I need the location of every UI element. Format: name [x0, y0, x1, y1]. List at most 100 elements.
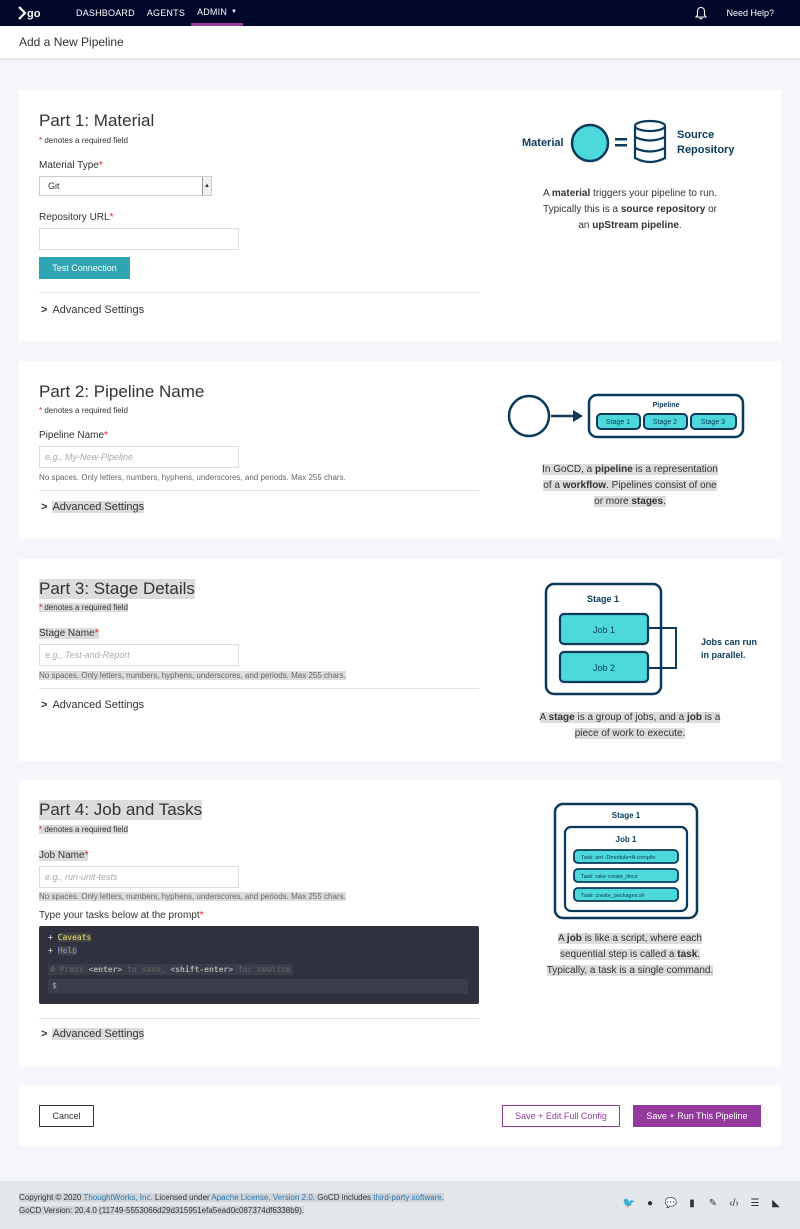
save-run-pipeline-button[interactable]: Save + Run This Pipeline [633, 1105, 761, 1127]
footer: Copyright © 2020 ThoughtWorks, Inc. Lice… [0, 1181, 800, 1229]
svg-text:Stage 2: Stage 2 [653, 419, 677, 426]
nav-admin-label: ADMIN [197, 6, 228, 17]
svg-text:Pipeline: Pipeline [653, 402, 680, 409]
svg-text:Task: ant -Dmodule=A compile: Task: ant -Dmodule=A compile [581, 855, 655, 861]
part1-title: Part 1: Material [39, 111, 155, 130]
part1-panel: Part 1: Material * denotes a required fi… [19, 90, 781, 341]
material-type-select[interactable]: Git ▲ [39, 176, 212, 196]
pipeline-name-input[interactable]: e.g., My-New-Pipeline [39, 446, 239, 468]
pipeline-name-hint: No spaces. Only letters, numbers, hyphen… [39, 473, 346, 482]
divider [39, 1018, 479, 1019]
svg-text:go: go [27, 8, 41, 20]
terminal-prompt[interactable]: $ [48, 979, 468, 994]
svg-text:Repository: Repository [677, 144, 735, 156]
license-link[interactable]: Apache License, Version 2.0 [211, 1193, 312, 1202]
nav-admin[interactable]: ADMIN ▼ [191, 0, 244, 26]
required-note: * denotes a required field [39, 406, 128, 415]
required-note: * denotes a required field [39, 603, 128, 612]
stage-name-hint: No spaces. Only letters, numbers, hyphen… [39, 671, 346, 680]
stage-description: A stage is a group of jobs, and a job is… [539, 712, 721, 739]
chevron-right-icon: > [41, 1028, 48, 1040]
rss-icon[interactable]: ◣ [770, 1197, 782, 1209]
server-icon[interactable]: ☰ [749, 1197, 761, 1209]
copyright-text: Copyright © 2020 ThoughtWorks, Inc. Lice… [19, 1193, 444, 1202]
required-note: * denotes a required field [39, 825, 128, 834]
top-nav: go DASHBOARD AGENTS ADMIN ▼ Need Help? [0, 0, 800, 26]
tasks-label: Type your tasks below at the prompt* [39, 910, 204, 921]
nav-agents[interactable]: AGENTS [141, 0, 191, 26]
advanced-settings-toggle[interactable]: > Advanced Settings [41, 699, 144, 711]
select-arrow-icon: ▲ [202, 177, 211, 195]
svg-text:Stage 1: Stage 1 [606, 419, 630, 426]
pipeline-diagram: Pipeline Stage 1 Stage 2 Stage 3 [507, 393, 745, 439]
divider [39, 490, 479, 491]
svg-text:Stage 3: Stage 3 [701, 419, 725, 426]
material-type-label: Material Type* [39, 160, 103, 171]
advanced-settings-toggle[interactable]: > Advanced Settings [41, 304, 144, 316]
bell-icon[interactable] [694, 6, 708, 20]
part2-panel: Part 2: Pipeline Name * denotes a requir… [19, 361, 781, 539]
part3-panel: Part 3: Stage Details * denotes a requir… [19, 559, 781, 761]
actions-panel: Cancel Save + Edit Full Config Save + Ru… [19, 1085, 781, 1146]
logo-icon: go [18, 6, 41, 20]
advanced-settings-label: Advanced Settings [52, 304, 145, 316]
help-link[interactable]: + Help [48, 946, 77, 955]
twitter-icon[interactable]: 🐦 [623, 1197, 635, 1209]
repo-url-input[interactable] [39, 228, 239, 250]
material-diagram: Material Source Repository [522, 119, 735, 164]
advanced-settings-label: Advanced Settings [52, 501, 145, 513]
svg-text:Stage 1: Stage 1 [612, 811, 641, 820]
repo-url-label: Repository URL* [39, 212, 114, 223]
svg-text:Source: Source [677, 129, 714, 141]
plugins-icon[interactable]: ✎ [707, 1197, 719, 1209]
job-diagram: Stage 1 Job 1 Task: ant -Dmodule=A compi… [553, 802, 699, 920]
part2-title: Part 2: Pipeline Name [39, 382, 205, 401]
job-name-hint: No spaces. Only letters, numbers, hyphen… [39, 892, 346, 901]
stage-diagram: Stage 1 Job 1 Job 2 Jobs can run in para… [544, 582, 757, 696]
part4-panel: Part 4: Job and Tasks * denotes a requir… [19, 780, 781, 1067]
chevron-right-icon: > [41, 699, 48, 711]
gocd-logo[interactable]: go [18, 3, 48, 23]
stage-name-label: Stage Name* [39, 628, 99, 639]
part3-title: Part 3: Stage Details [39, 579, 195, 599]
docs-icon[interactable]: ▮ [686, 1197, 698, 1209]
github-icon[interactable]: ● [644, 1197, 656, 1209]
divider [39, 292, 479, 293]
advanced-settings-toggle[interactable]: > Advanced Settings [41, 1028, 145, 1040]
job-description: A job is like a script, where each seque… [546, 933, 714, 976]
pipeline-name-label: Pipeline Name* [39, 430, 108, 441]
stage-name-input[interactable]: e.g., Test-and-Report [39, 644, 239, 666]
need-help-link[interactable]: Need Help? [726, 8, 774, 18]
task-terminal[interactable]: + Caveats + Help # Press <enter> to save… [39, 926, 479, 1004]
page-title: Add a New Pipeline [0, 26, 800, 58]
third-party-link[interactable]: third-party software [373, 1193, 441, 1202]
svg-text:Jobs can run: Jobs can run [701, 637, 757, 647]
advanced-settings-label: Advanced Settings [52, 699, 145, 711]
test-connection-button[interactable]: Test Connection [39, 257, 130, 279]
caveats-link[interactable]: + Caveats [48, 933, 92, 942]
advanced-settings-label: Advanced Settings [52, 1028, 145, 1040]
cancel-button[interactable]: Cancel [39, 1105, 94, 1127]
advanced-settings-toggle[interactable]: > Advanced Settings [41, 501, 145, 513]
job-name-input[interactable]: e.g., run-unit-tests [39, 866, 239, 888]
chat-icon[interactable]: 💬 [665, 1197, 677, 1209]
svg-text:Task: rake create_docs: Task: rake create_docs [581, 874, 638, 880]
part4-title: Part 4: Job and Tasks [39, 800, 203, 820]
material-description: A material triggers your pipeline to run… [543, 188, 717, 231]
social-links: 🐦 ● 💬 ▮ ✎ ‹/› ☰ ◣ [623, 1197, 782, 1209]
svg-text:Job 2: Job 2 [593, 663, 615, 673]
job-name-label: Job Name* [39, 850, 89, 861]
api-icon[interactable]: ‹/› [728, 1197, 740, 1209]
nav-dashboard[interactable]: DASHBOARD [70, 0, 141, 26]
pipeline-description: In GoCD, a pipeline is a representation … [542, 464, 718, 507]
chevron-right-icon: > [41, 501, 48, 513]
svg-text:Material: Material [522, 137, 564, 149]
save-edit-config-button[interactable]: Save + Edit Full Config [502, 1105, 620, 1127]
svg-text:Job 1: Job 1 [593, 625, 615, 635]
svg-text:in parallel.: in parallel. [701, 650, 746, 660]
required-note: * denotes a required field [39, 136, 128, 145]
svg-text:Stage 1: Stage 1 [587, 594, 619, 604]
divider [39, 688, 479, 689]
thoughtworks-link[interactable]: ThoughtWorks, Inc. [83, 1193, 152, 1202]
svg-text:Job 1: Job 1 [616, 835, 637, 844]
